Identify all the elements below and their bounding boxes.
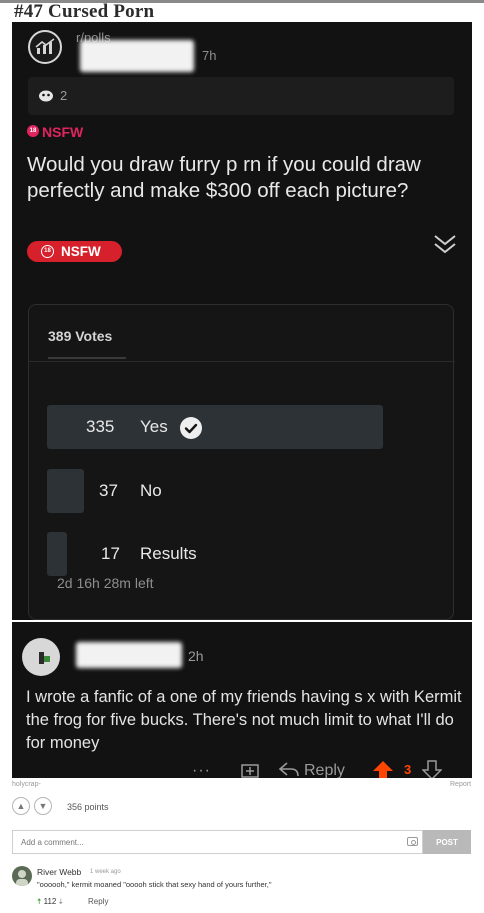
- post-points: 356 points: [67, 802, 109, 812]
- redacted-username: [80, 40, 194, 72]
- poll-result-bar-results[interactable]: [47, 532, 67, 576]
- nsfw-tag: NSFW: [42, 124, 84, 140]
- post-button[interactable]: POST: [423, 830, 471, 854]
- comment-box[interactable]: [12, 830, 423, 854]
- poster-username[interactable]: holycrap-: [12, 781, 41, 788]
- redacted-commenter-name: [76, 642, 182, 668]
- ellipsis-icon[interactable]: ···: [192, 762, 211, 778]
- nsfw-badge-label: NSFW: [61, 244, 101, 259]
- poll-question[interactable]: Would you draw furry p rn if you could d…: [27, 152, 467, 204]
- poll-result-bar-no[interactable]: [47, 469, 84, 513]
- subreddit-avatar[interactable]: [28, 30, 62, 64]
- page-title: #47 Cursed Porn: [14, 1, 155, 22]
- comment-screenshot: 2h I wrote a fanfic of a one of my frien…: [12, 622, 472, 778]
- comment-author-avatar[interactable]: [12, 866, 32, 886]
- camera-icon[interactable]: [407, 837, 418, 846]
- comment-input[interactable]: [13, 831, 393, 853]
- site-comment-score: 🠅 112 🠇: [37, 896, 63, 910]
- poll-card: 389 Votes 335 Yes 37 No 17 Results 2d 16…: [28, 304, 455, 620]
- award-gift-icon[interactable]: [240, 760, 260, 778]
- comment-score: 3: [404, 762, 412, 777]
- site-comment-reply[interactable]: Reply: [88, 897, 108, 906]
- option-count-yes: 335: [86, 417, 115, 436]
- selected-check-icon: [180, 417, 202, 439]
- nsfw-badge: 18 NSFW: [27, 241, 122, 262]
- comment-time: 2h: [188, 648, 204, 664]
- option-label-yes: Yes: [140, 417, 168, 436]
- report-link[interactable]: Report: [450, 781, 471, 788]
- post-time: 7h: [202, 48, 217, 63]
- comment-reply-button[interactable]: Reply: [304, 762, 345, 778]
- card-divider: [29, 361, 455, 362]
- downvote-icon[interactable]: 🠇: [59, 897, 63, 906]
- option-label-no: No: [140, 481, 162, 500]
- site-comment-text: "oooooh," kermit moaned "ooooh stick tha…: [37, 880, 272, 889]
- award-bar: [28, 77, 454, 115]
- upvote-button[interactable]: ▲: [12, 797, 30, 815]
- comment-author[interactable]: River Webb: [37, 867, 81, 877]
- chevron-double-down-icon[interactable]: [432, 232, 458, 256]
- award-count: 2: [60, 88, 68, 103]
- poll-time-left: 2d 16h 28m left: [57, 575, 154, 591]
- comment-text: I wrote a fanfic of a one of my friends …: [26, 688, 462, 752]
- downvote-arrow-icon[interactable]: [422, 760, 442, 778]
- site-comment-score-value: 112: [43, 897, 57, 906]
- votes-underline: [48, 357, 126, 359]
- reply-arrow-icon[interactable]: [278, 760, 300, 778]
- award-icon[interactable]: [38, 88, 54, 102]
- option-count-no: 37: [99, 481, 118, 500]
- nsfw-18-icon: 18: [27, 125, 39, 137]
- upvote-arrow-icon[interactable]: [372, 760, 394, 778]
- downvote-button[interactable]: ▼: [34, 797, 52, 815]
- comment-timestamp: 1 week ago: [90, 869, 121, 875]
- poll-screenshot: r/polls 7h 2 18 NSFW Would you draw furr…: [12, 22, 472, 620]
- option-label-results: Results: [140, 544, 197, 563]
- upvote-icon[interactable]: 🠅: [37, 897, 41, 906]
- chart-trend-icon: [35, 38, 55, 54]
- option-count-results: 17: [101, 544, 120, 563]
- total-votes: 389 Votes: [48, 328, 113, 344]
- nsfw-18-icon: 18: [41, 245, 54, 258]
- commenter-avatar[interactable]: [22, 638, 60, 676]
